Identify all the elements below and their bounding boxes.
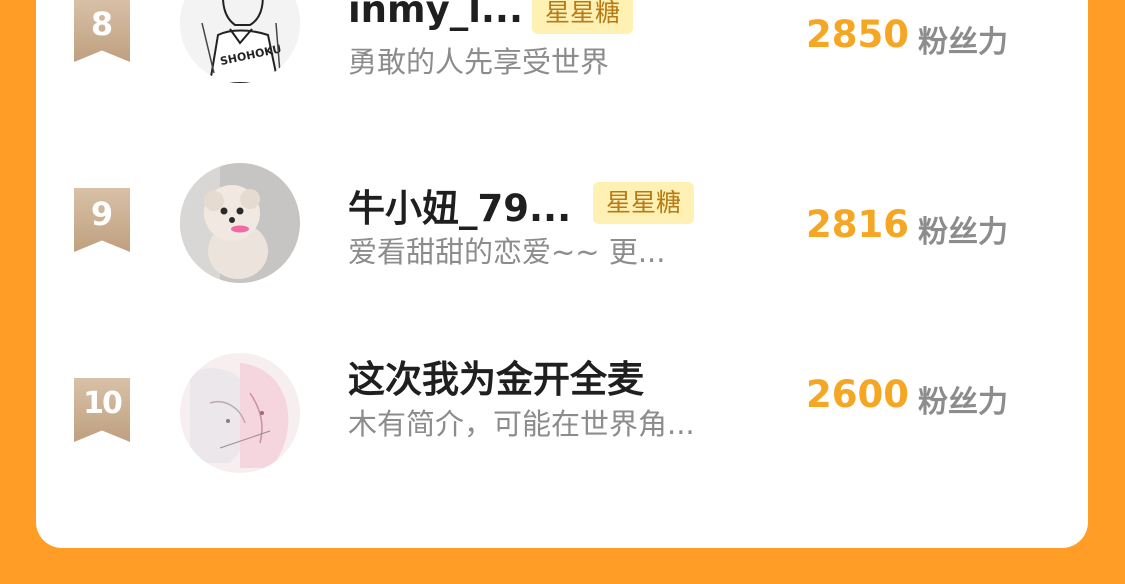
leaderboard-row[interactable]: 9 牛小妞_79... 星星糖 爱看甜甜的恋爱~~ 更... 2816 粉丝力 bbox=[36, 163, 1088, 316]
anime-illustration-icon bbox=[180, 353, 300, 473]
fan-power-label: 粉丝力 bbox=[918, 385, 1008, 420]
fan-power-score: 2600 bbox=[806, 373, 909, 416]
leaderboard-card: 8 SHOHOKU inmy_l... 星星糖 勇敢的人先享受世界 2850 粉… bbox=[36, 0, 1088, 548]
leaderboard-row[interactable]: 10 这次我为金开全麦 木有简介，可能在世界角... 2600 粉丝力 bbox=[36, 353, 1088, 506]
user-avatar[interactable]: SHOHOKU bbox=[180, 0, 300, 83]
fan-power-label: 粉丝力 bbox=[918, 215, 1008, 250]
fan-power-label: 粉丝力 bbox=[918, 25, 1008, 60]
level-badge: 星星糖 bbox=[593, 182, 695, 224]
leaderboard-row[interactable]: 8 SHOHOKU inmy_l... 星星糖 勇敢的人先享受世界 2850 粉… bbox=[36, 0, 1088, 126]
rank-ribbon: 9 bbox=[74, 188, 130, 252]
sketch-portrait-icon: SHOHOKU bbox=[180, 0, 300, 83]
user-bio: 木有简介，可能在世界角... bbox=[348, 407, 695, 441]
rank-ribbon: 8 bbox=[74, 0, 130, 62]
level-badge: 星星糖 bbox=[532, 0, 634, 34]
user-name[interactable]: 牛小妞_79... bbox=[348, 178, 571, 232]
user-bio: 爱看甜甜的恋爱~~ 更... bbox=[348, 235, 666, 269]
fan-power-score: 2850 bbox=[806, 13, 909, 56]
user-avatar[interactable] bbox=[180, 353, 300, 473]
user-name[interactable]: inmy_l... bbox=[348, 0, 523, 31]
fan-power-score: 2816 bbox=[806, 203, 909, 246]
user-name[interactable]: 这次我为金开全麦 bbox=[348, 349, 644, 403]
user-avatar[interactable] bbox=[180, 163, 300, 283]
rank-ribbon: 10 bbox=[74, 378, 130, 442]
puppy-photo-icon bbox=[180, 163, 300, 283]
user-bio: 勇敢的人先享受世界 bbox=[348, 45, 610, 79]
